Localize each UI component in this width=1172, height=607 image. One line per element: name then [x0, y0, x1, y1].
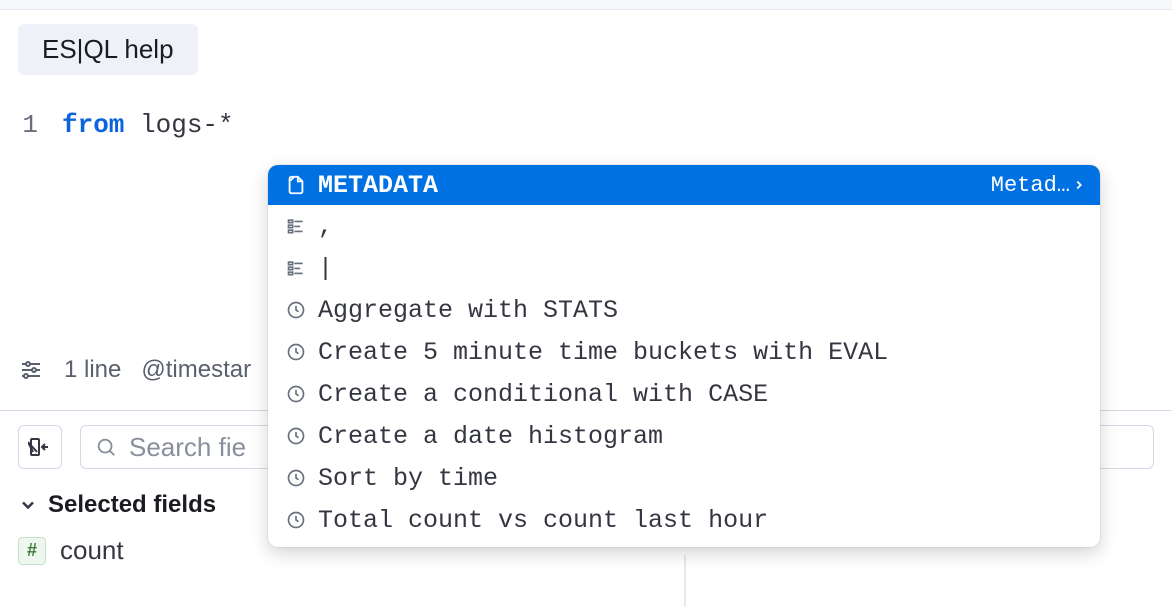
- esql-help-button-label: ES|QL help: [42, 34, 174, 65]
- autocomplete-item-label: Aggregate with STATS: [318, 296, 618, 325]
- fields-search-placeholder: Search fie: [129, 432, 246, 463]
- autocomplete-item[interactable]: Create a conditional with CASE: [268, 373, 1100, 415]
- list-icon: [282, 258, 310, 278]
- autocomplete-item[interactable]: Create 5 minute time buckets with EVAL: [268, 331, 1100, 373]
- autocomplete-item-label: Create a conditional with CASE: [318, 380, 768, 409]
- autocomplete-item-meta: Metad…: [991, 173, 1086, 198]
- clock-icon: [282, 342, 310, 362]
- status-timestamp-field: @timestar: [141, 356, 251, 384]
- window-top-strip: [0, 0, 1172, 10]
- query-editor[interactable]: 1 from logs-*: [0, 105, 1172, 145]
- clock-icon: [282, 510, 310, 530]
- clock-icon: [282, 384, 310, 404]
- autocomplete-item-meta-text: Metad…: [991, 173, 1070, 198]
- autocomplete-item[interactable]: Sort by time: [268, 457, 1100, 499]
- fields-panel-toggle-button[interactable]: [18, 425, 62, 469]
- clock-icon: [282, 468, 310, 488]
- autocomplete-item-label: METADATA: [318, 171, 438, 200]
- esql-help-button[interactable]: ES|QL help: [18, 24, 198, 75]
- selected-fields-title: Selected fields: [48, 491, 216, 519]
- autocomplete-popup: METADATA Metad… , | Aggre: [268, 165, 1100, 547]
- autocomplete-item[interactable]: Aggregate with STATS: [268, 289, 1100, 331]
- clock-icon: [282, 426, 310, 446]
- autocomplete-item[interactable]: Total count vs count last hour: [268, 499, 1100, 541]
- metadata-icon: [282, 174, 310, 196]
- line-number: 1: [0, 110, 62, 140]
- list-icon: [282, 216, 310, 236]
- code-rest: logs-*: [124, 110, 233, 140]
- autocomplete-item-label: Create 5 minute time buckets with EVAL: [318, 338, 888, 367]
- vertical-divider: [684, 555, 686, 607]
- settings-sliders-icon[interactable]: [18, 357, 44, 383]
- field-type-badge-number: #: [18, 537, 46, 565]
- chevron-down-icon: [18, 495, 38, 515]
- keyword-from: from: [62, 110, 124, 140]
- autocomplete-item-selected[interactable]: METADATA Metad…: [268, 165, 1100, 205]
- autocomplete-item-label: Total count vs count last hour: [318, 506, 768, 535]
- search-icon: [95, 436, 117, 458]
- clock-icon: [282, 300, 310, 320]
- autocomplete-item-label: Create a date histogram: [318, 422, 663, 451]
- code-line: 1 from logs-*: [0, 105, 1172, 145]
- autocomplete-item[interactable]: ,: [268, 205, 1100, 247]
- field-name: count: [60, 535, 124, 566]
- autocomplete-item-label: Sort by time: [318, 464, 498, 493]
- code-content[interactable]: from logs-*: [62, 110, 234, 140]
- autocomplete-item[interactable]: Create a date histogram: [268, 415, 1100, 457]
- autocomplete-item[interactable]: |: [268, 247, 1100, 289]
- autocomplete-item-label: |: [318, 254, 333, 283]
- chevron-right-icon: [1072, 178, 1086, 192]
- status-line-count: 1 line: [64, 356, 121, 384]
- autocomplete-item-label: ,: [318, 212, 333, 241]
